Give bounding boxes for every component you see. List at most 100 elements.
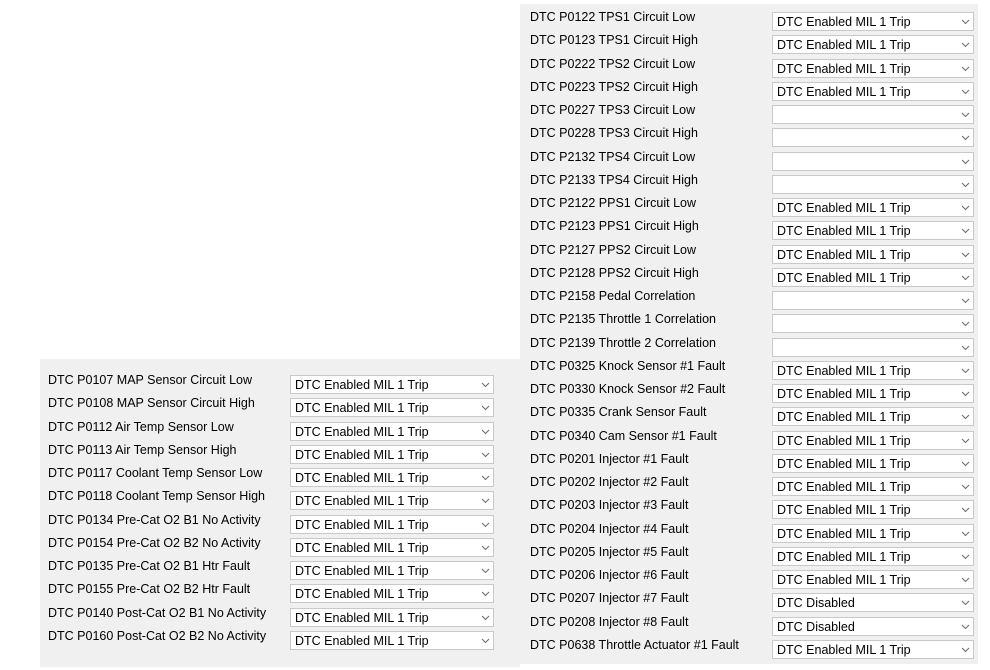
chevron-down-icon[interactable] xyxy=(480,495,491,506)
chevron-down-icon[interactable] xyxy=(960,272,971,283)
dtc-mode-select[interactable]: DTC Enabled MIL 1 Trip xyxy=(290,375,494,394)
chevron-down-icon[interactable] xyxy=(960,574,971,585)
chevron-down-icon[interactable] xyxy=(960,504,971,515)
dtc-mode-select[interactable]: DTC Enabled MIL 1 Trip xyxy=(772,477,974,496)
dtc-mode-select[interactable] xyxy=(772,337,974,357)
chevron-down-icon[interactable] xyxy=(960,644,971,655)
dtc-row: DTC P0223 TPS2 Circuit High DTC Enabled M… xyxy=(520,78,978,101)
dtc-mode-select[interactable]: DTC Enabled MIL 1 Trip xyxy=(290,491,494,511)
dtc-mode-select[interactable]: DTC Enabled MIL 1 Trip xyxy=(772,570,974,589)
chevron-down-icon[interactable] xyxy=(480,612,491,623)
dtc-mode-select[interactable]: DTC Enabled MIL 1 Trip xyxy=(290,561,494,580)
chevron-down-icon[interactable] xyxy=(960,528,971,539)
chevron-down-icon[interactable] xyxy=(480,519,491,530)
dtc-mode-select[interactable]: DTC Enabled MIL 1 Trip xyxy=(772,244,974,264)
dtc-mode-value: DTC Enabled MIL 1 Trip xyxy=(295,424,429,439)
chevron-down-icon[interactable] xyxy=(960,365,971,376)
dtc-mode-select[interactable]: DTC Enabled MIL 1 Trip xyxy=(772,12,974,31)
chevron-down-icon[interactable] xyxy=(960,225,971,236)
dtc-mode-select[interactable]: DTC Enabled MIL 1 Trip xyxy=(290,468,494,487)
dtc-label: DTC P0206 Injector #6 Fault xyxy=(530,568,689,582)
chevron-down-icon[interactable] xyxy=(960,63,971,74)
chevron-down-icon[interactable] xyxy=(480,379,491,390)
dtc-mode-select[interactable] xyxy=(772,128,974,148)
dtc-mode-select[interactable]: DTC Enabled MIL 1 Trip xyxy=(772,35,974,55)
dtc-mode-value: DTC Enabled MIL 1 Trip xyxy=(295,494,429,509)
dtc-mode-select[interactable]: DTC Enabled MIL 1 Trip xyxy=(290,630,494,650)
dtc-mode-select[interactable]: DTC Enabled MIL 1 Trip xyxy=(772,267,974,287)
dtc-mode-select[interactable]: DTC Enabled MIL 1 Trip xyxy=(772,500,974,520)
chevron-down-icon[interactable] xyxy=(960,342,971,353)
dtc-row: DTC P0140 Post-Cat O2 B1 No Activity DTC … xyxy=(40,604,520,627)
chevron-down-icon[interactable] xyxy=(960,597,971,608)
dtc-mode-select[interactable]: DTC Enabled MIL 1 Trip xyxy=(772,453,974,473)
chevron-down-icon[interactable] xyxy=(960,109,971,120)
dtc-row: DTC P0201 Injector #1 Fault DTC Enabled M… xyxy=(520,450,978,473)
chevron-down-icon[interactable] xyxy=(960,318,971,329)
chevron-down-icon[interactable] xyxy=(960,202,971,213)
chevron-down-icon[interactable] xyxy=(960,435,971,446)
dtc-row: DTC P0112 Air Temp Sensor Low DTC Enabled… xyxy=(40,418,520,441)
dtc-mode-select[interactable]: DTC Enabled MIL 1 Trip xyxy=(772,221,974,241)
chevron-down-icon[interactable] xyxy=(480,449,491,460)
dtc-label: DTC P2123 PPS1 Circuit High xyxy=(530,219,699,234)
dtc-label: DTC P0160 Post-Cat O2 B2 No Activity xyxy=(48,628,267,643)
chevron-down-icon[interactable] xyxy=(960,621,971,632)
dtc-mode-value: DTC Enabled MIL 1 Trip xyxy=(777,84,911,99)
dtc-mode-select[interactable]: DTC Enabled MIL 1 Trip xyxy=(772,407,974,427)
dtc-mode-value: DTC Disabled xyxy=(777,596,855,611)
dtc-mode-select[interactable] xyxy=(772,174,974,194)
chevron-down-icon[interactable] xyxy=(960,295,971,306)
dtc-mode-select[interactable]: DTC Enabled MIL 1 Trip xyxy=(772,198,974,217)
chevron-down-icon[interactable] xyxy=(960,179,971,190)
dtc-mode-select[interactable] xyxy=(772,151,974,171)
dtc-mode-select[interactable]: DTC Enabled MIL 1 Trip xyxy=(772,58,974,78)
chevron-down-icon[interactable] xyxy=(480,426,491,437)
dtc-mode-value: DTC Enabled MIL 1 Trip xyxy=(777,15,911,29)
dtc-mode-select[interactable]: DTC Enabled MIL 1 Trip xyxy=(772,81,974,101)
dtc-mode-select[interactable]: DTC Disabled xyxy=(772,616,974,636)
chevron-down-icon[interactable] xyxy=(960,458,971,469)
chevron-down-icon[interactable] xyxy=(480,588,491,599)
dtc-mode-select[interactable]: DTC Enabled MIL 1 Trip xyxy=(772,546,974,566)
dtc-mode-select[interactable]: DTC Disabled xyxy=(772,593,974,613)
dtc-mode-select[interactable] xyxy=(772,314,974,334)
dtc-mode-select[interactable]: DTC Enabled MIL 1 Trip xyxy=(290,421,494,441)
dtc-label: DTC P2139 Throttle 2 Correlation xyxy=(530,335,716,350)
dtc-mode-select[interactable] xyxy=(772,105,974,124)
chevron-down-icon[interactable] xyxy=(960,249,971,260)
dtc-mode-select[interactable]: DTC Enabled MIL 1 Trip xyxy=(290,398,494,418)
chevron-down-icon[interactable] xyxy=(960,411,971,422)
chevron-down-icon[interactable] xyxy=(960,388,971,399)
dtc-mode-select[interactable]: DTC Enabled MIL 1 Trip xyxy=(772,430,974,450)
chevron-down-icon[interactable] xyxy=(960,551,971,562)
dtc-mode-select[interactable]: DTC Enabled MIL 1 Trip xyxy=(290,444,494,464)
chevron-down-icon[interactable] xyxy=(960,86,971,97)
dtc-label: DTC P0155 Pre-Cat O2 B2 Htr Fault xyxy=(48,582,251,597)
dtc-mode-select[interactable]: DTC Enabled MIL 1 Trip xyxy=(772,523,974,543)
dtc-mode-select[interactable]: DTC Enabled MIL 1 Trip xyxy=(290,514,494,534)
dtc-mode-select[interactable]: DTC Enabled MIL 1 Trip xyxy=(290,584,494,604)
chevron-down-icon[interactable] xyxy=(960,132,971,143)
chevron-down-icon[interactable] xyxy=(480,565,491,576)
dtc-label: DTC P0108 MAP Sensor Circuit High xyxy=(48,396,255,411)
dtc-mode-select[interactable]: DTC Enabled MIL 1 Trip xyxy=(772,639,974,659)
dtc-mode-select[interactable]: DTC Enabled MIL 1 Trip xyxy=(290,607,494,627)
dtc-row: DTC P0202 Injector #2 Fault DTC Enabled M… xyxy=(520,473,978,496)
chevron-down-icon[interactable] xyxy=(960,16,971,27)
chevron-down-icon[interactable] xyxy=(480,402,491,413)
chevron-down-icon[interactable] xyxy=(960,156,971,167)
dtc-row: DTC P0135 Pre-Cat O2 B1 Htr Fault DTC Ena… xyxy=(40,557,520,580)
dtc-row: DTC P0113 Air Temp Sensor High DTC Enable… xyxy=(40,441,520,464)
dtc-row: DTC P0222 TPS2 Circuit Low DTC Enabled MI… xyxy=(520,55,978,78)
dtc-label: DTC P0154 Pre-Cat O2 B2 No Activity xyxy=(48,535,261,550)
dtc-mode-select[interactable]: DTC Enabled MIL 1 Trip xyxy=(772,384,974,403)
chevron-down-icon[interactable] xyxy=(960,481,971,492)
dtc-mode-select[interactable]: DTC Enabled MIL 1 Trip xyxy=(290,537,494,557)
dtc-mode-select[interactable] xyxy=(772,291,974,310)
dtc-mode-select[interactable]: DTC Enabled MIL 1 Trip xyxy=(772,360,974,380)
chevron-down-icon[interactable] xyxy=(480,472,491,483)
chevron-down-icon[interactable] xyxy=(480,635,491,646)
chevron-down-icon[interactable] xyxy=(960,39,971,50)
chevron-down-icon[interactable] xyxy=(480,542,491,553)
